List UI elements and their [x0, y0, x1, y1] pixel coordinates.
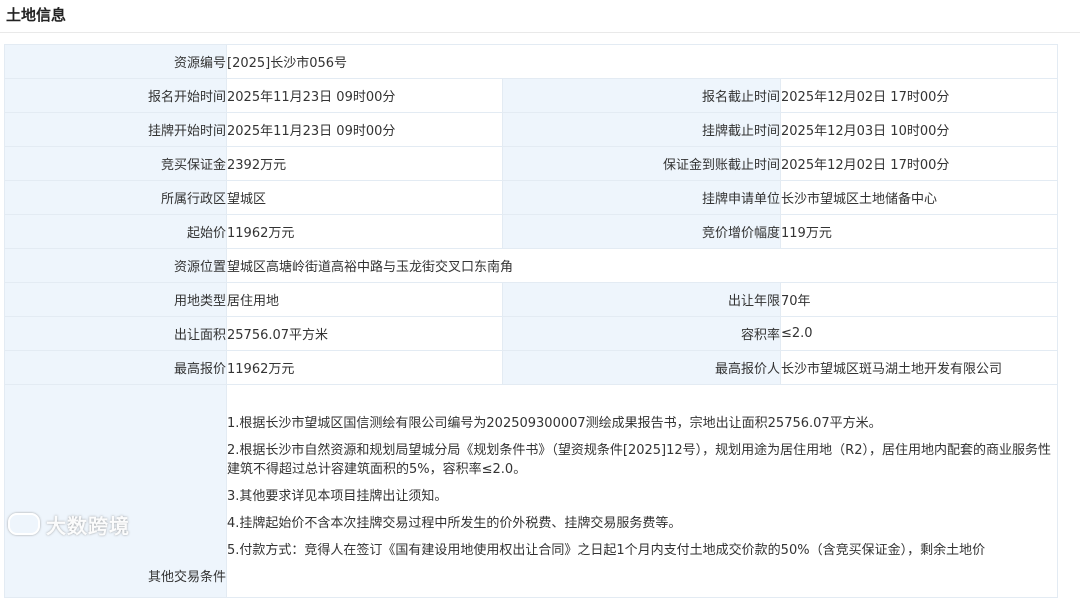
table-row: 起始价 11962万元 竞价增价幅度 119万元: [4, 214, 1059, 249]
field-label: 出让面积: [4, 316, 227, 351]
condition-item: 2.根据长沙市自然资源和规划局望城分局《规划条件书》（望资规条件[2025]12…: [227, 443, 1051, 477]
field-value: 长沙市望城区土地储备中心: [779, 180, 1059, 215]
table-row: 竞买保证金 2392万元 保证金到账截止时间 2025年12月02日 17时00…: [4, 146, 1059, 181]
watermark-logo-icon: [8, 513, 40, 535]
field-label: 出让年限: [502, 282, 781, 317]
field-label: 挂牌申请单位: [502, 180, 781, 215]
field-label: 挂牌截止时间: [502, 112, 781, 147]
field-label: 资源编号: [4, 44, 227, 79]
table-row: 资源位置 望城区高塘岭街道高裕中路与玉龙街交叉口东南角: [4, 248, 1059, 283]
field-value: 11962万元: [226, 214, 503, 249]
table-row: 所属行政区 望城区 挂牌申请单位 长沙市望城区土地储备中心: [4, 180, 1059, 215]
field-value: 11962万元: [226, 350, 503, 385]
table-row: 挂牌开始时间 2025年11月23日 09时00分 挂牌截止时间 2025年12…: [4, 112, 1059, 147]
table-row-notes: 其他交易条件 1.根据长沙市望城区国信测绘有限公司编号为202509300007…: [4, 384, 1059, 598]
field-value: 2025年11月23日 09时00分: [226, 112, 503, 147]
field-value: 2025年12月02日 17时00分: [779, 146, 1059, 181]
land-info-table: 资源编号 [2025]长沙市056号 报名开始时间 2025年11月23日 09…: [4, 44, 1059, 598]
field-label: 用地类型: [4, 282, 227, 317]
field-value: 2025年11月23日 09时00分: [226, 78, 503, 113]
field-label: 容积率: [502, 316, 781, 351]
section-title: 土地信息: [6, 6, 67, 24]
condition-item: 3.其他要求详见本项目挂牌出让须知。: [227, 489, 448, 504]
field-value: 70年: [779, 282, 1059, 317]
field-value: 2025年12月03日 10时00分: [779, 112, 1059, 147]
field-value: 居住用地: [226, 282, 503, 317]
field-value: 2392万元: [226, 146, 503, 181]
field-value: 望城区高塘岭街道高裕中路与玉龙街交叉口东南角: [225, 248, 1059, 283]
condition-item: 5.付款方式：竞得人在签订《国有建设用地使用权出让合同》之日起1个月内支付土地成…: [227, 543, 986, 558]
condition-item: 4.挂牌起始价不含本次挂牌交易过程中所发生的价外税费、挂牌交易服务费等。: [227, 516, 682, 531]
field-value: 长沙市望城区斑马湖土地开发有限公司: [779, 350, 1059, 385]
condition-item: 1.根据长沙市望城区国信测绘有限公司编号为202509300007测绘成果报告书…: [227, 416, 882, 431]
table-row: 资源编号 [2025]长沙市056号: [4, 44, 1059, 79]
field-label: 报名截止时间: [502, 78, 781, 113]
field-value: 望城区: [226, 180, 503, 215]
field-label: 竞买保证金: [4, 146, 227, 181]
field-label: 挂牌开始时间: [4, 112, 227, 147]
other-conditions: 1.根据长沙市望城区国信测绘有限公司编号为202509300007测绘成果报告书…: [225, 384, 1059, 598]
field-label: 资源位置: [4, 248, 227, 283]
table-row: 出让面积 25756.07平方米 容积率 ≤2.0: [4, 316, 1059, 351]
field-label: 所属行政区: [4, 180, 227, 215]
watermark-text: 大数跨境: [46, 514, 130, 538]
field-label: 报名开始时间: [4, 78, 227, 113]
field-label: 其他交易条件: [4, 384, 227, 598]
watermark: 大数跨境: [8, 510, 130, 539]
field-label: 竞价增价幅度: [502, 214, 781, 249]
table-row: 报名开始时间 2025年11月23日 09时00分 报名截止时间 2025年12…: [4, 78, 1059, 113]
field-label: 起始价: [4, 214, 227, 249]
table-row: 用地类型 居住用地 出让年限 70年: [4, 282, 1059, 317]
field-label: 保证金到账截止时间: [502, 146, 781, 181]
table-row: 最高报价 11962万元 最高报价人 长沙市望城区斑马湖土地开发有限公司: [4, 350, 1059, 385]
field-value: 25756.07平方米: [226, 316, 503, 351]
field-value: ≤2.0: [779, 316, 1059, 351]
field-label: 最高报价人: [502, 350, 781, 385]
field-label: 最高报价: [4, 350, 227, 385]
field-value: [2025]长沙市056号: [225, 44, 1059, 79]
field-value: 119万元: [779, 214, 1059, 249]
title-divider: [0, 32, 1080, 33]
field-value: 2025年12月02日 17时00分: [779, 78, 1059, 113]
